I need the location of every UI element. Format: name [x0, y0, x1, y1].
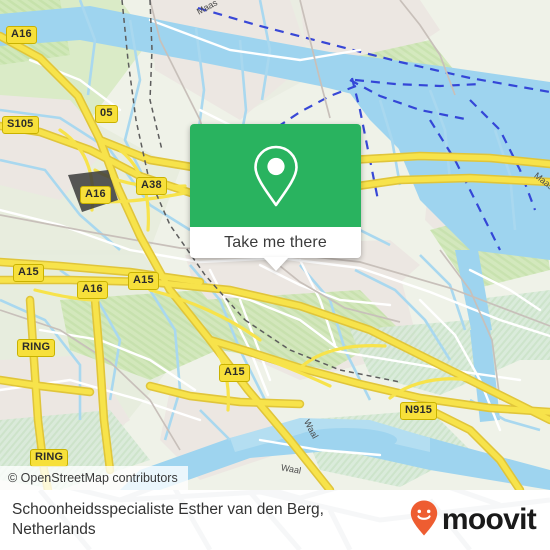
road-shield[interactable]: N915 — [400, 402, 438, 420]
road-shield[interactable]: RING — [17, 339, 56, 357]
moovit-logo[interactable]: moovit — [409, 499, 537, 542]
footer-bar: Schoonheidsspecialiste Esther van den Be… — [0, 490, 550, 550]
road-shield[interactable]: RING — [30, 449, 69, 467]
road-shield[interactable]: A38 — [136, 177, 167, 195]
map-canvas[interactable]: A16 S105 A16 A38 05 A16 A15 A15 RING RIN… — [0, 0, 550, 490]
road-shield[interactable]: A15 — [219, 364, 250, 382]
road-shield[interactable]: A16 — [6, 26, 37, 44]
road-shield[interactable]: A16 — [77, 281, 108, 299]
road-shield[interactable]: A16 — [80, 186, 111, 204]
place-title: Schoonheidsspecialiste Esther van den Be… — [12, 501, 324, 538]
road-shield[interactable]: A15 — [128, 272, 159, 290]
map-attribution[interactable]: © OpenStreetMap contributors — [0, 466, 188, 490]
attribution-text: © OpenStreetMap contributors — [8, 471, 178, 485]
road-shield[interactable]: S105 — [2, 116, 39, 134]
location-callout-card[interactable]: Take me there — [190, 124, 361, 271]
moovit-pin-icon — [409, 499, 439, 542]
road-shield[interactable]: 05 — [95, 105, 118, 123]
map-pin-icon — [249, 143, 303, 209]
callout-pin-area — [190, 124, 361, 227]
take-me-there-button[interactable]: Take me there — [190, 227, 361, 258]
take-me-there-label: Take me there — [224, 233, 327, 251]
moovit-wordmark: moovit — [441, 503, 537, 536]
callout-tail — [262, 257, 289, 271]
map-screenshot-page: A16 S105 A16 A38 05 A16 A15 A15 RING RIN… — [0, 0, 550, 550]
road-shield[interactable]: A15 — [13, 264, 44, 282]
